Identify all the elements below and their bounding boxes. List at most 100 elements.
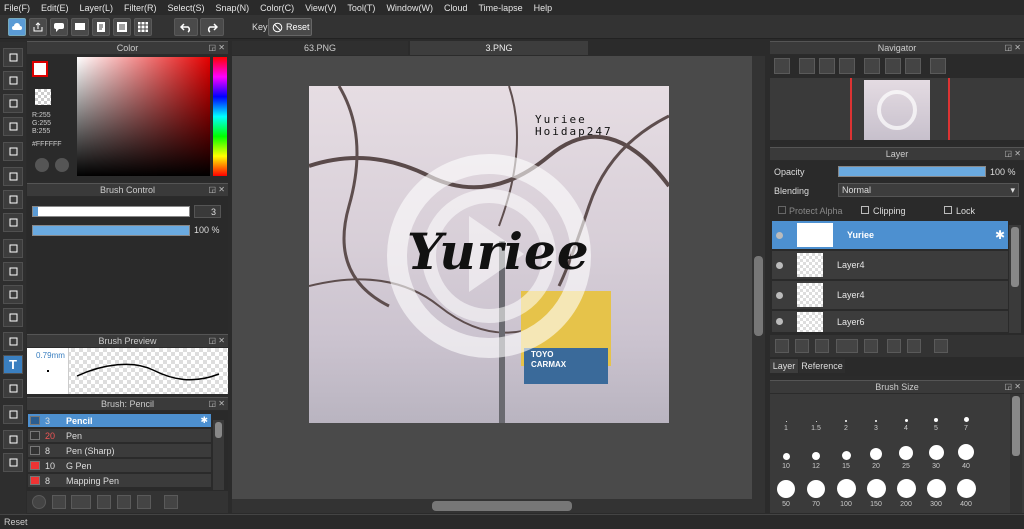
brush-item[interactable]: 8 Mapping Pen: [28, 474, 211, 488]
lasso-rect-icon[interactable]: [3, 239, 23, 258]
brush-size-scrollbar[interactable]: [1010, 394, 1022, 513]
new-layer-8bit-icon[interactable]: [795, 339, 809, 353]
layer-opacity-slider[interactable]: [838, 166, 986, 177]
brush-icon[interactable]: [3, 48, 23, 67]
eye-icon[interactable]: [776, 231, 783, 239]
tab-layer[interactable]: Layer: [770, 359, 798, 373]
brush-size-option[interactable]: 200: [892, 472, 920, 508]
trash-icon[interactable]: [164, 495, 178, 509]
blending-select[interactable]: Normal ▾: [838, 183, 1019, 197]
redo-icon[interactable]: [200, 18, 224, 36]
zoom-out-icon[interactable]: [839, 58, 855, 74]
lock-checkbox[interactable]: [944, 206, 952, 214]
brush-item[interactable]: 8 Pen (Sharp): [28, 444, 211, 458]
tab-reference[interactable]: Reference: [799, 359, 845, 373]
brush-size-option[interactable]: 1: [772, 396, 800, 432]
panel-controls-icon[interactable]: ◲ ✕: [209, 184, 225, 196]
artwork-image[interactable]: Yuriee Hoidap247 Yuriee TOYO CARMAX: [309, 86, 669, 423]
eyedropper-icon[interactable]: [3, 430, 23, 449]
brush-size-option[interactable]: 70: [802, 472, 830, 508]
duplicate-icon[interactable]: [887, 339, 901, 353]
brush-size-option[interactable]: 12: [802, 434, 830, 470]
list-icon[interactable]: [113, 18, 131, 36]
brush-size-option[interactable]: 100: [832, 472, 860, 508]
menu-item[interactable]: Window(W): [386, 3, 433, 13]
brush-item[interactable]: 20 Pen: [28, 429, 211, 443]
merge-icon[interactable]: [907, 339, 921, 353]
cloud-icon[interactable]: [8, 18, 26, 36]
zoom-in-icon[interactable]: [799, 58, 815, 74]
brush-size-slider[interactable]: [32, 206, 190, 217]
layer-menu-icon[interactable]: [836, 339, 858, 353]
saturation-value-picker[interactable]: [77, 57, 210, 176]
protect-alpha-checkbox[interactable]: [778, 206, 786, 214]
folder-icon[interactable]: [117, 495, 131, 509]
canvas-horizontal-scrollbar[interactable]: [232, 499, 765, 513]
export-icon[interactable]: [29, 18, 47, 36]
menu-item[interactable]: Color(C): [260, 3, 294, 13]
select-pen-icon[interactable]: [3, 308, 23, 327]
copy-icon[interactable]: [137, 495, 151, 509]
menu-item[interactable]: Snap(N): [216, 3, 250, 13]
brush-size-option[interactable]: 25: [892, 434, 920, 470]
brush-size-option[interactable]: 150: [862, 472, 890, 508]
brush-item[interactable]: 10 G Pen: [28, 459, 211, 473]
hand-icon[interactable]: [3, 453, 23, 472]
menu-item[interactable]: Time-lapse: [478, 3, 522, 13]
brush-size-option[interactable]: 400: [952, 472, 980, 508]
text-icon[interactable]: T: [3, 355, 23, 374]
panel-controls-icon[interactable]: ◲ ✕: [1005, 381, 1021, 393]
canvas-vertical-scrollbar[interactable]: [752, 56, 765, 499]
eyedropper-pen-icon[interactable]: [3, 405, 23, 424]
lasso-icon[interactable]: [3, 262, 23, 281]
primary-color-swatch[interactable]: [32, 61, 48, 77]
comment-icon[interactable]: [50, 18, 68, 36]
brush-size-option[interactable]: 40: [952, 434, 980, 470]
layer-scrollbar[interactable]: [1009, 225, 1021, 333]
layer-row[interactable]: Layer4: [772, 281, 1008, 310]
brush-opacity-slider[interactable]: [32, 225, 190, 236]
brush-cloud-icon[interactable]: [32, 495, 46, 509]
brush-size-option[interactable]: 15: [832, 434, 860, 470]
new-layer-1bit-icon[interactable]: [815, 339, 829, 353]
transparent-swatch[interactable]: [35, 89, 51, 105]
eye-icon[interactable]: [776, 291, 783, 299]
menu-item[interactable]: Filter(R): [124, 3, 157, 13]
layer-row[interactable]: Yuriee ✱: [772, 221, 1008, 250]
move-icon[interactable]: [3, 142, 23, 161]
select-eraser-icon[interactable]: [3, 332, 23, 351]
clipping-checkbox[interactable]: [861, 206, 869, 214]
reset-button[interactable]: Reset: [268, 18, 312, 36]
brush-size-option[interactable]: 10: [772, 434, 800, 470]
brush-size-option[interactable]: 5: [922, 396, 950, 432]
brush-size-option[interactable]: 300: [922, 472, 950, 508]
pen-icon[interactable]: [3, 117, 23, 136]
grid-icon[interactable]: [134, 18, 152, 36]
brush-list-scrollbar[interactable]: [213, 420, 224, 490]
flip-icon[interactable]: [930, 58, 946, 74]
hue-slider[interactable]: [213, 57, 227, 176]
brush-size-option[interactable]: 30: [922, 434, 950, 470]
reset-view-icon[interactable]: [885, 58, 901, 74]
gear-icon[interactable]: ✱: [200, 415, 208, 426]
layer-row[interactable]: Layer4: [772, 251, 1008, 280]
bucket-icon[interactable]: [3, 190, 23, 209]
tab-3-png[interactable]: 3.PNG: [410, 41, 588, 55]
eraser-icon[interactable]: [3, 71, 23, 90]
panel-controls-icon[interactable]: ◲ ✕: [209, 398, 225, 410]
brush-size-option[interactable]: 2: [832, 396, 860, 432]
zoom-in-icon[interactable]: [774, 58, 790, 74]
brush-size-option[interactable]: 3: [862, 396, 890, 432]
menu-item[interactable]: Select(S): [168, 3, 205, 13]
menu-item[interactable]: View(V): [305, 3, 336, 13]
trash-icon[interactable]: [934, 339, 948, 353]
undo-icon[interactable]: [174, 18, 198, 36]
fit-icon[interactable]: [819, 58, 835, 74]
panel-controls-icon[interactable]: ◲ ✕: [209, 335, 225, 347]
rotate-right-icon[interactable]: [905, 58, 921, 74]
menu-item[interactable]: File(F): [4, 3, 30, 13]
brush-size-value[interactable]: 3: [194, 205, 221, 218]
brush-size-option[interactable]: 7: [952, 396, 980, 432]
new-layer-icon[interactable]: [775, 339, 789, 353]
brush-menu-icon[interactable]: [71, 495, 91, 509]
